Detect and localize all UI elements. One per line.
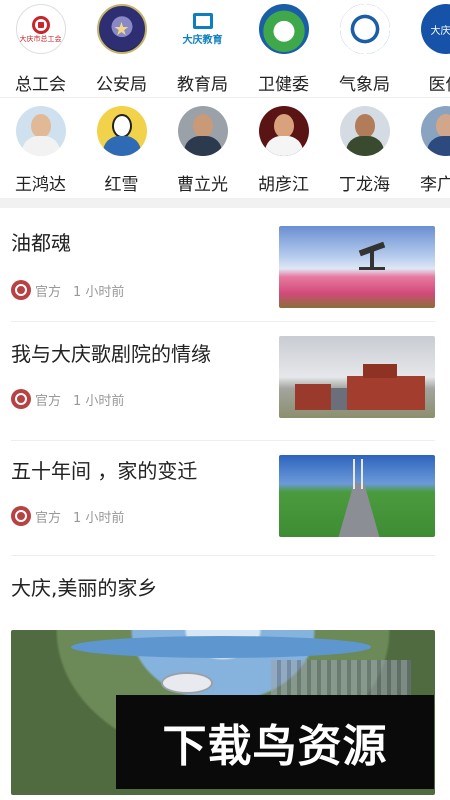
oil-pump-icon bbox=[359, 246, 385, 270]
avatar bbox=[15, 106, 66, 156]
agency-item-insurance[interactable]: 大庆医 医保 bbox=[405, 4, 450, 97]
article-source: 官方 bbox=[35, 510, 62, 526]
agency-label: 教育局 bbox=[177, 75, 228, 95]
agency-label: 医保 bbox=[428, 75, 450, 95]
watermark-banner: 下载鸟资源 bbox=[116, 695, 434, 789]
person-name: 丁龙海 bbox=[339, 175, 390, 195]
agency-label: 总工会 bbox=[15, 75, 66, 95]
article-meta: 官方 1 小时前 bbox=[11, 506, 269, 526]
person-item[interactable]: 李广生 bbox=[405, 106, 450, 198]
agency-item-weather[interactable]: 气象局 bbox=[324, 4, 405, 97]
person-item[interactable]: 胡彦江 bbox=[243, 106, 324, 198]
article-item[interactable]: 油都魂 官方 1 小时前 bbox=[11, 208, 435, 322]
union-logo-icon: 大庆市总工会 bbox=[15, 4, 66, 54]
article-source: 官方 bbox=[35, 284, 62, 300]
person-name: 红雪 bbox=[104, 175, 139, 195]
agency-item-health[interactable]: 卫健委 bbox=[243, 4, 324, 97]
person-item[interactable]: 丁龙海 bbox=[324, 106, 405, 198]
person-item[interactable]: 王鸿达 bbox=[0, 106, 81, 198]
agency-row: 大庆市总工会 总工会 ★ 公安局 大庆教育 教育局 卫健委 气象局 大庆医 医保 bbox=[0, 0, 450, 98]
person-name: 曹立光 bbox=[177, 175, 228, 195]
article-thumbnail bbox=[279, 336, 435, 418]
avatar bbox=[420, 106, 450, 156]
article-thumbnail bbox=[279, 455, 435, 537]
avatar bbox=[177, 106, 228, 156]
medical-insurance-logo-icon: 大庆医 bbox=[420, 4, 450, 54]
source-logo-icon bbox=[11, 389, 31, 409]
article-meta: 官方 1 小时前 bbox=[11, 280, 269, 300]
article-title: 五十年间 ，家的变迁 bbox=[11, 459, 198, 483]
article-item[interactable]: 五十年间 ，家的变迁 官方 1 小时前 bbox=[11, 441, 435, 556]
agency-label: 公安局 bbox=[96, 75, 147, 95]
avatar bbox=[96, 106, 147, 156]
person-item[interactable]: 曹立光 bbox=[162, 106, 243, 198]
agency-label: 卫健委 bbox=[258, 75, 309, 95]
article-time: 1 小时前 bbox=[73, 284, 125, 300]
article-time: 1 小时前 bbox=[73, 393, 125, 409]
watermark-text: 下载鸟资源 bbox=[162, 721, 388, 772]
source-logo-icon bbox=[11, 280, 31, 300]
person-name: 胡彦江 bbox=[258, 175, 309, 195]
people-row: 王鸿达 红雪 曹立光 胡彦江 丁龙海 李广生 bbox=[0, 98, 450, 208]
avatar bbox=[258, 106, 309, 156]
article-meta: 官方 1 小时前 bbox=[11, 389, 269, 409]
article-title: 油都魂 bbox=[11, 231, 71, 255]
agency-item-police[interactable]: ★ 公安局 bbox=[81, 4, 162, 97]
avatar bbox=[339, 106, 390, 156]
agency-item-education[interactable]: 大庆教育 教育局 bbox=[162, 4, 243, 97]
article-title: 大庆,美丽的家乡 bbox=[11, 576, 158, 600]
article-title: 我与大庆歌剧院的情缘 bbox=[11, 342, 211, 366]
article-source: 官方 bbox=[35, 393, 62, 409]
source-logo-icon bbox=[11, 506, 31, 526]
education-logo-icon: 大庆教育 bbox=[177, 4, 228, 54]
article-item[interactable]: 我与大庆歌剧院的情缘 官方 1 小时前 bbox=[11, 322, 435, 441]
person-name: 李广生 bbox=[420, 175, 450, 195]
health-commission-logo-icon bbox=[258, 4, 309, 54]
weather-bureau-logo-icon bbox=[339, 4, 390, 54]
agency-item-union[interactable]: 大庆市总工会 总工会 bbox=[0, 4, 81, 97]
person-name: 王鸿达 bbox=[15, 175, 66, 195]
police-badge-icon: ★ bbox=[96, 4, 147, 54]
article-thumbnail bbox=[279, 226, 435, 308]
article-time: 1 小时前 bbox=[73, 510, 125, 526]
agency-label: 气象局 bbox=[339, 75, 390, 95]
person-item[interactable]: 红雪 bbox=[81, 106, 162, 198]
